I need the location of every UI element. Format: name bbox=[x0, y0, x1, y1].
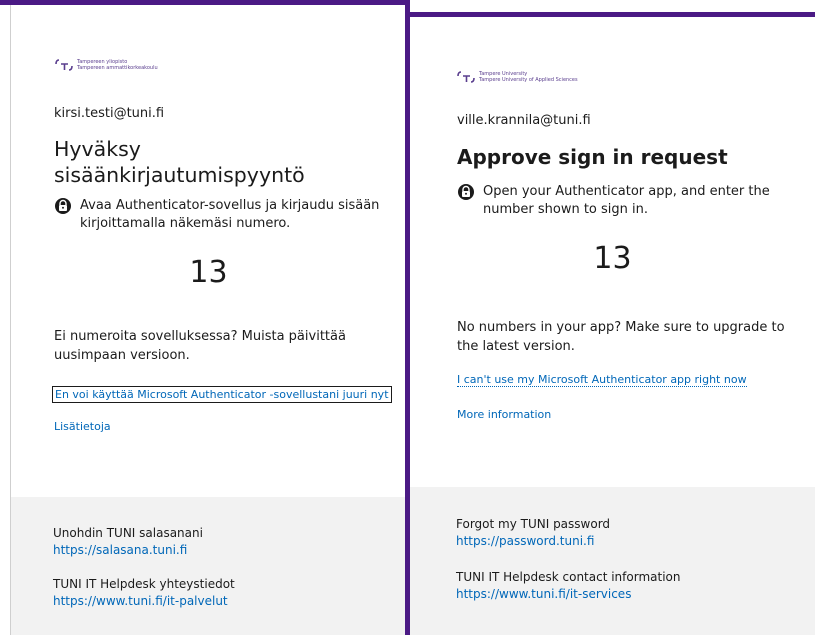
password-reset-link[interactable]: https://password.tuni.fi bbox=[456, 534, 594, 548]
organization-logo: Tampereen yliopisto Tampereen ammattikor… bbox=[55, 58, 158, 72]
sign-in-panel-english: Tampere University Tampere University of… bbox=[410, 17, 815, 635]
upgrade-note-line-1: Ei numeroita sovelluksessa? Muista päivi… bbox=[54, 329, 346, 344]
instruction-text: Open your Authenticator app, and enter t… bbox=[483, 183, 770, 219]
more-information-link[interactable]: Lisätietoja bbox=[54, 420, 111, 433]
organization-logo: Tampere University Tampere University of… bbox=[457, 70, 578, 84]
instruction-line-2: number shown to sign in. bbox=[483, 202, 649, 217]
cant-use-authenticator-link[interactable]: En voi käyttää Microsoft Authenticator -… bbox=[52, 386, 392, 403]
account-email: ville.krannila@tuni.fi bbox=[457, 113, 591, 128]
helpdesk-label: TUNI IT Helpdesk yhteystiedot bbox=[53, 577, 235, 591]
upgrade-note: No numbers in your app? Make sure to upg… bbox=[457, 318, 785, 356]
forgot-password-label: Forgot my TUNI password bbox=[456, 517, 611, 531]
tuni-logo-icon bbox=[457, 71, 475, 83]
page-title: Hyväksy sisäänkirjautumispyyntö bbox=[54, 136, 305, 188]
cant-use-authenticator-link[interactable]: I can't use my Microsoft Authenticator a… bbox=[457, 373, 747, 387]
page-title-line-1: Hyväksy bbox=[54, 137, 141, 161]
password-reset-link[interactable]: https://salasana.tuni.fi bbox=[53, 543, 187, 557]
helpdesk-link[interactable]: https://www.tuni.fi/it-palvelut bbox=[53, 594, 228, 608]
forgot-password-label: Unohdin TUNI salasanani bbox=[53, 526, 203, 540]
sign-in-panel-finnish: Tampereen yliopisto Tampereen ammattikor… bbox=[10, 5, 405, 635]
account-email: kirsi.testi@tuni.fi bbox=[54, 106, 165, 121]
logo-text: Tampere University Tampere University of… bbox=[479, 71, 578, 83]
logo-line-2: Tampere University of Applied Sciences bbox=[479, 77, 578, 83]
logo-line-2: Tampereen ammattikorkeakoulu bbox=[77, 65, 158, 71]
upgrade-note: Ei numeroita sovelluksessa? Muista päivi… bbox=[54, 327, 346, 365]
more-information-link[interactable]: More information bbox=[457, 408, 551, 421]
helpdesk-label: TUNI IT Helpdesk contact information bbox=[456, 570, 681, 584]
instruction-text: Avaa Authenticator-sovellus ja kirjaudu … bbox=[80, 197, 379, 233]
lock-icon bbox=[458, 184, 474, 200]
instruction: Open your Authenticator app, and enter t… bbox=[457, 183, 770, 219]
instruction-line-1: Open your Authenticator app, and enter t… bbox=[483, 184, 770, 199]
instruction-line-1: Avaa Authenticator-sovellus ja kirjaudu … bbox=[80, 198, 380, 213]
panel-footer: Forgot my TUNI password https://password… bbox=[410, 487, 815, 635]
logo-text: Tampereen yliopisto Tampereen ammattikor… bbox=[77, 59, 158, 71]
tuni-logo-icon bbox=[55, 59, 73, 71]
verification-number: 13 bbox=[593, 241, 632, 276]
helpdesk-link[interactable]: https://www.tuni.fi/it-services bbox=[456, 587, 631, 601]
page-title: Approve sign in request bbox=[457, 145, 728, 169]
page-title-line-2: sisäänkirjautumispyyntö bbox=[54, 163, 305, 187]
upgrade-note-line-2: the latest version. bbox=[457, 339, 575, 354]
upgrade-note-line-2: uusimpaan versioon. bbox=[54, 348, 190, 363]
instruction-line-2: kirjoittamalla näkemäsi numero. bbox=[80, 216, 291, 231]
upgrade-note-line-1: No numbers in your app? Make sure to upg… bbox=[457, 320, 785, 335]
panel-footer: Unohdin TUNI salasanani https://salasana… bbox=[11, 497, 405, 635]
instruction: Avaa Authenticator-sovellus ja kirjaudu … bbox=[54, 197, 379, 233]
verification-number: 13 bbox=[189, 255, 228, 290]
lock-icon bbox=[55, 198, 71, 214]
